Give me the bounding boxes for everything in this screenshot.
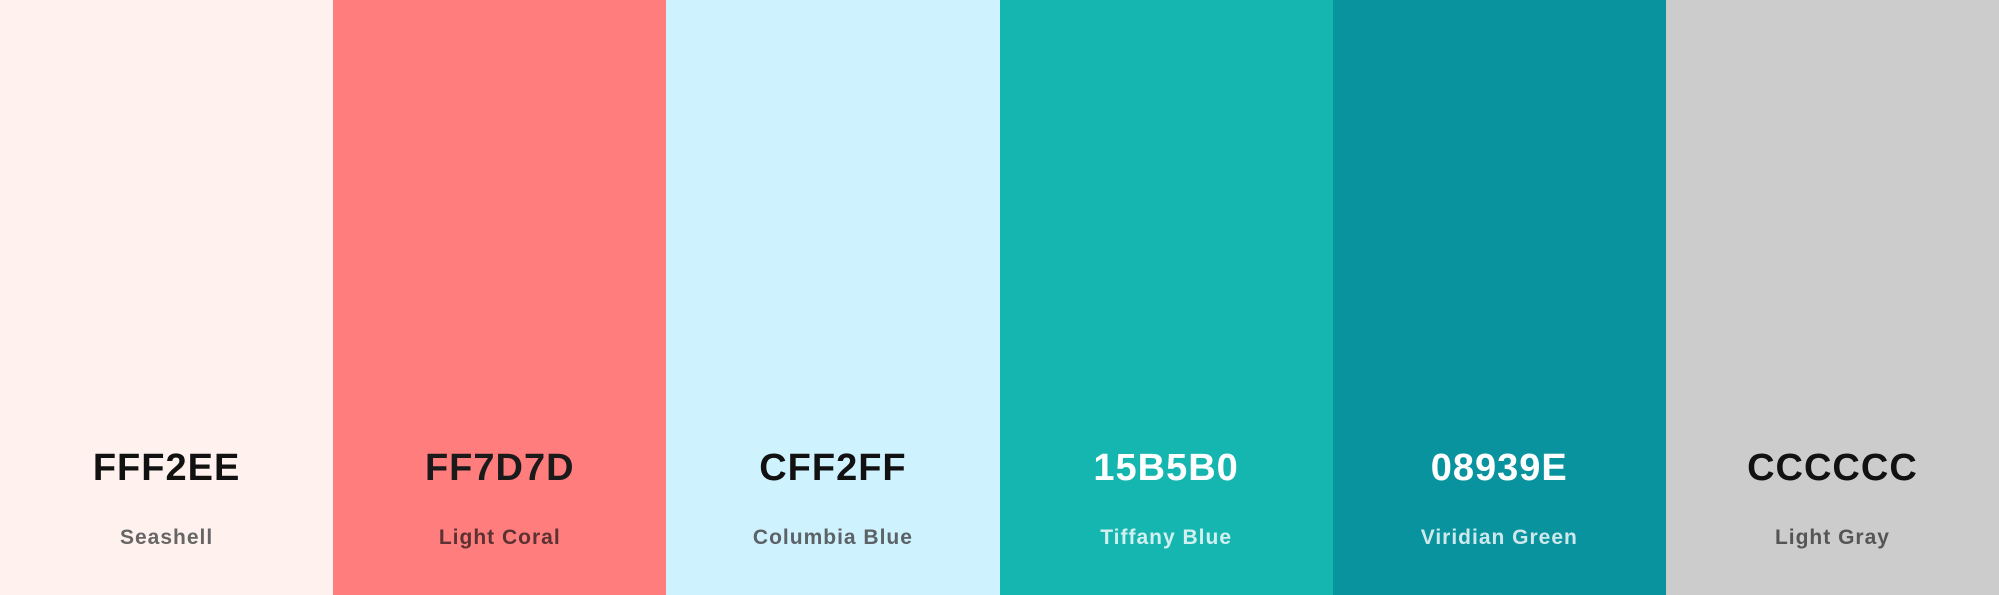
color-swatch-columbia-blue[interactable]: CFF2FF Columbia Blue [666, 0, 1000, 595]
color-name: Columbia Blue [752, 526, 913, 549]
color-swatch-light-coral[interactable]: FF7D7D Light Coral [333, 0, 667, 595]
color-name: Seashell [119, 526, 214, 549]
color-name: Light Gray [1774, 526, 1890, 549]
hex-code: 08939E [1430, 447, 1568, 489]
color-name: Light Coral [438, 526, 561, 549]
hex-code: CCCCCC [1747, 447, 1918, 489]
hex-code: CFF2FF [759, 447, 907, 489]
color-name: Tiffany Blue [1100, 526, 1232, 549]
color-swatch-seashell[interactable]: FFF2EE Seashell [0, 0, 334, 595]
color-palette: FFF2EE Seashell FF7D7D Light Coral CFF2F… [0, 0, 1999, 595]
hex-code: FFF2EE [92, 447, 241, 489]
hex-code: FF7D7D [424, 447, 575, 489]
hex-code: 15B5B0 [1093, 447, 1239, 489]
color-swatch-tiffany-blue[interactable]: 15B5B0 Tiffany Blue [999, 0, 1333, 595]
color-name: Viridian Green [1420, 526, 1578, 549]
color-swatch-viridian-green[interactable]: 08939E Viridian Green [1332, 0, 1666, 595]
color-swatch-light-gray[interactable]: CCCCCC Light Gray [1665, 0, 1999, 595]
